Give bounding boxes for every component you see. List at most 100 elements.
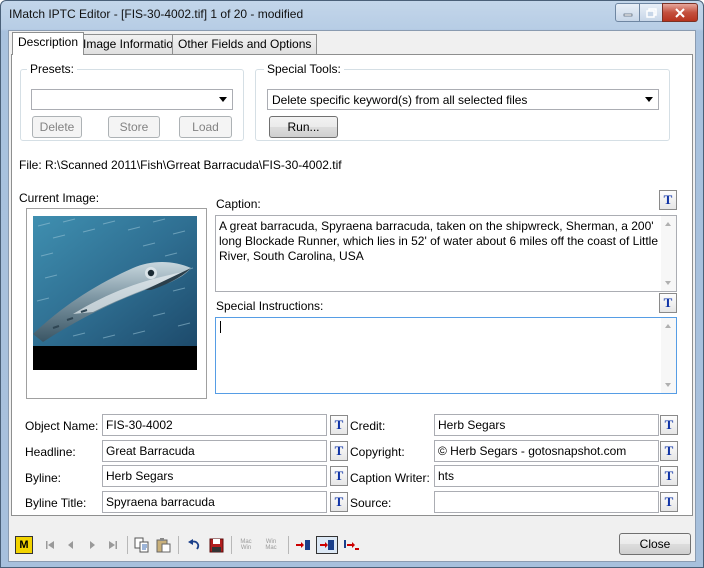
minimize-icon: [623, 13, 632, 16]
replace-button[interactable]: [316, 536, 338, 554]
current-image-frame: [26, 208, 207, 399]
credit-label: Credit:: [350, 419, 386, 433]
special-instructions-label: Special Instructions:: [216, 299, 324, 313]
copyright-field[interactable]: © Herb Segars - gotosnapshot.com: [434, 440, 659, 462]
credit-field[interactable]: Herb Segars: [434, 414, 659, 436]
headline-label: Headline:: [25, 445, 76, 459]
window-title: IMatch IPTC Editor - [FIS-30-4002.tif] 1…: [9, 7, 304, 21]
run-button[interactable]: Run...: [269, 116, 338, 138]
object-name-template-button[interactable]: T: [330, 415, 348, 435]
mac-to-win-button[interactable]: Mac Win: [236, 536, 256, 554]
caption-textarea[interactable]: A great barracuda, Spyraena barracuda, t…: [215, 215, 677, 292]
source-field[interactable]: [434, 491, 659, 513]
title-bar[interactable]: IMatch IPTC Editor - [FIS-30-4002.tif] 1…: [1, 1, 703, 29]
copyright-template-button[interactable]: T: [660, 441, 678, 461]
copy-icon: [134, 537, 149, 553]
restore-icon: [645, 7, 657, 18]
tab-image-information[interactable]: Image Information: [77, 34, 186, 54]
toolbar-separator: [178, 536, 179, 554]
first-record-button[interactable]: [43, 536, 57, 554]
append-button[interactable]: [342, 536, 360, 554]
source-template-button[interactable]: T: [660, 492, 678, 512]
caption-text: A great barracuda, Spyraena barracuda, t…: [219, 219, 658, 263]
current-image-thumbnail: [33, 216, 197, 370]
source-label: Source:: [350, 496, 392, 510]
caption-label: Caption:: [216, 197, 261, 211]
next-record-button[interactable]: [85, 536, 99, 554]
chevron-down-icon: [219, 97, 227, 102]
special-tools-label: Special Tools:: [264, 62, 344, 76]
paste-icon: [156, 538, 171, 553]
special-tools-selected: Delete specific keyword(s) from all sele…: [272, 93, 528, 107]
close-window-button[interactable]: [662, 3, 698, 22]
special-tools-dropdown[interactable]: Delete specific keyword(s) from all sele…: [267, 89, 659, 110]
first-icon: [46, 541, 54, 549]
object-name-value: FIS-30-4002: [106, 418, 173, 432]
byline-label: Byline:: [25, 471, 62, 485]
caption-writer-value: hts: [438, 469, 455, 483]
delete-preset-button[interactable]: Delete: [32, 116, 82, 138]
undo-button[interactable]: [185, 536, 203, 554]
copy-button[interactable]: [133, 536, 151, 554]
save-icon: [209, 538, 223, 552]
byline-title-field[interactable]: Spyraena barracuda: [102, 491, 327, 513]
credit-template-button[interactable]: T: [660, 415, 678, 435]
caption-writer-template-button[interactable]: T: [660, 466, 678, 486]
object-name-label: Object Name:: [25, 419, 99, 433]
insert-before-icon: [296, 540, 310, 550]
byline-template-button[interactable]: T: [330, 466, 348, 486]
close-button[interactable]: Close: [619, 533, 691, 555]
paste-button[interactable]: [155, 536, 173, 554]
headline-template-button[interactable]: T: [330, 441, 348, 461]
restore-button[interactable]: [639, 3, 663, 22]
save-button[interactable]: [207, 536, 225, 554]
win-to-mac-button[interactable]: Win Mac: [261, 536, 281, 554]
m-toggle-button[interactable]: M: [15, 536, 33, 554]
special-instructions-scrollbar[interactable]: [661, 318, 676, 393]
text-cursor: [220, 321, 221, 333]
store-preset-button[interactable]: Store: [108, 116, 160, 138]
barracuda-photo: [33, 216, 197, 370]
byline-title-template-button[interactable]: T: [330, 492, 348, 512]
chevron-down-icon: [645, 97, 653, 102]
file-path: File: R:\Scanned 2011\Fish\Grreat Barrac…: [19, 158, 342, 172]
insert-before-button[interactable]: [294, 536, 312, 554]
headline-field[interactable]: Great Barracuda: [102, 440, 327, 462]
previous-icon: [68, 541, 73, 549]
byline-title-value: Spyraena barracuda: [106, 495, 215, 509]
byline-field[interactable]: Herb Segars: [102, 465, 327, 487]
copyright-label: Copyright:: [350, 445, 405, 459]
toolbar-separator: [127, 536, 128, 554]
presets-label: Presets:: [27, 62, 78, 76]
special-instructions-template-button[interactable]: T: [659, 293, 677, 313]
toolbar-separator: [288, 536, 289, 554]
dialog-client-area: Description Image Information Other Fiel…: [8, 30, 696, 562]
minimize-button[interactable]: [615, 3, 640, 22]
byline-value: Herb Segars: [106, 469, 174, 483]
presets-dropdown[interactable]: [31, 89, 233, 110]
last-record-button[interactable]: [106, 536, 120, 554]
previous-record-button[interactable]: [64, 536, 78, 554]
replace-icon: [320, 540, 334, 550]
undo-icon: [188, 539, 200, 550]
caption-writer-label: Caption Writer:: [350, 471, 430, 485]
credit-value: Herb Segars: [438, 418, 506, 432]
append-icon: [344, 540, 359, 550]
caption-scrollbar[interactable]: [661, 216, 676, 291]
byline-title-label: Byline Title:: [25, 496, 87, 510]
last-icon: [109, 541, 117, 549]
tab-description[interactable]: Description: [12, 32, 85, 55]
load-preset-button[interactable]: Load: [179, 116, 232, 138]
caption-template-button[interactable]: T: [659, 190, 677, 210]
current-image-label: Current Image:: [19, 191, 100, 205]
close-icon: [675, 7, 685, 18]
next-icon: [90, 541, 95, 549]
iptc-editor-window: IMatch IPTC Editor - [FIS-30-4002.tif] 1…: [0, 0, 704, 568]
toolbar-separator: [231, 536, 232, 554]
special-instructions-textarea[interactable]: [215, 317, 677, 394]
tab-other-fields-and-options[interactable]: Other Fields and Options: [172, 34, 318, 54]
headline-value: Great Barracuda: [106, 444, 195, 458]
copyright-value: © Herb Segars - gotosnapshot.com: [438, 444, 627, 458]
caption-writer-field[interactable]: hts: [434, 465, 659, 487]
object-name-field[interactable]: FIS-30-4002: [102, 414, 327, 436]
